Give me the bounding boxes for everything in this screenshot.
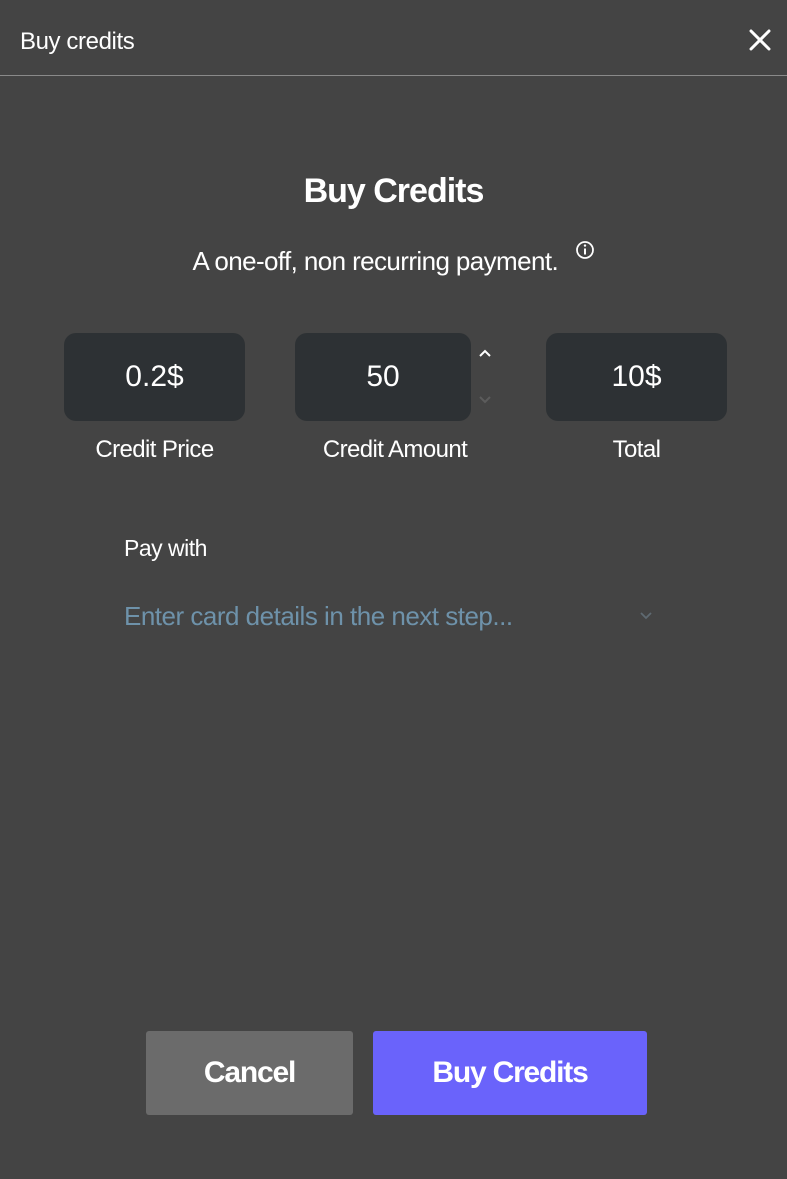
credit-price-label: Credit Price [95, 436, 214, 463]
decrement-button[interactable] [476, 393, 494, 407]
payment-method-select[interactable]: Enter card details in the next step... [116, 590, 666, 642]
close-button[interactable] [746, 26, 774, 54]
buy-credits-dialog: Buy credits Buy Credits A one-off, non r… [0, 0, 787, 1179]
total-label: Total [612, 436, 661, 463]
credit-amount-label: Credit Amount [322, 436, 468, 463]
subtitle-row: A one-off, non recurring payment. [0, 240, 787, 277]
chevron-up-icon [479, 349, 491, 357]
subtitle: A one-off, non recurring payment. [192, 246, 559, 276]
dialog-title: Buy credits [20, 28, 135, 55]
chevron-down-icon [479, 396, 491, 404]
close-icon [749, 29, 771, 51]
cancel-button[interactable]: Cancel [146, 1031, 353, 1115]
buy-credits-button[interactable]: Buy Credits [373, 1031, 647, 1115]
page-title: Buy Credits [303, 172, 485, 210]
increment-button[interactable] [476, 347, 494, 361]
total-field: 10$ [546, 333, 727, 421]
dialog-header: Buy credits [0, 0, 787, 76]
pay-with-label: Pay with [124, 535, 207, 561]
credit-amount-input[interactable]: 50 [295, 333, 471, 421]
info-icon[interactable] [575, 240, 595, 260]
chevron-down-icon [640, 612, 652, 620]
payment-method-value: Enter card details in the next step... [124, 601, 513, 631]
credit-price-field: 0.2$ [64, 333, 245, 421]
